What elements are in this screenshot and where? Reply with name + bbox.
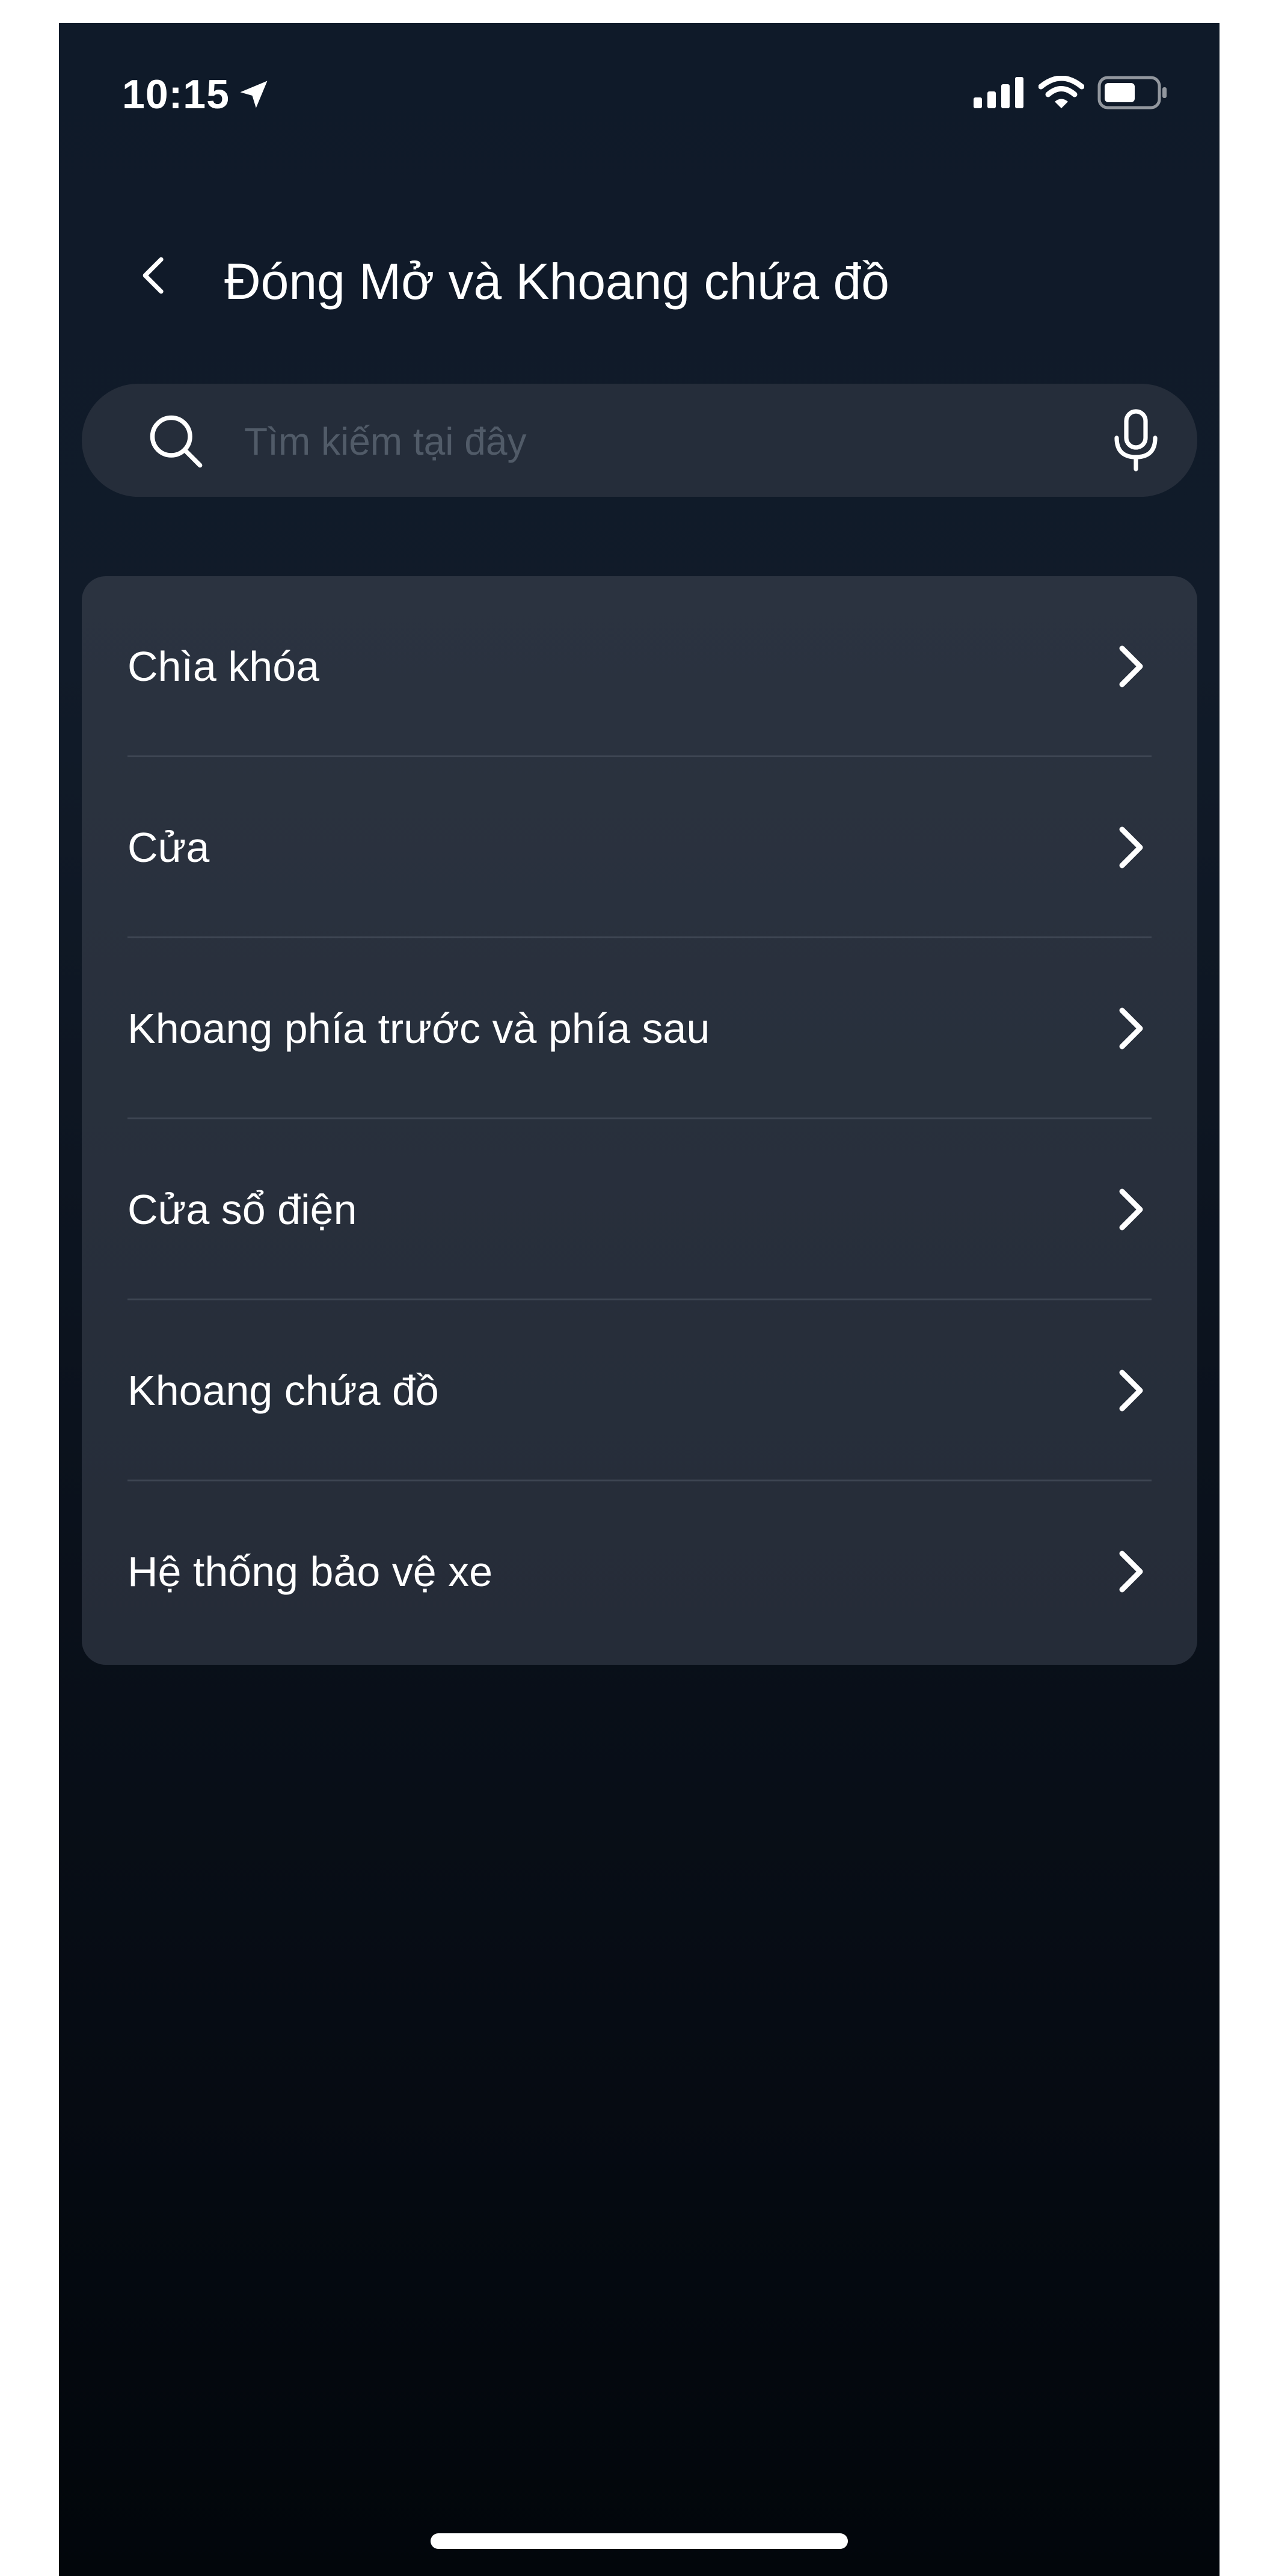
search-input[interactable] <box>243 414 1057 469</box>
wifi-icon <box>1039 76 1084 108</box>
menu-item-khoang-chua-do[interactable]: Khoang chứa đồ <box>82 1300 1197 1481</box>
nav-header: Đóng Mở và Khoang chứa đồ <box>59 227 1220 324</box>
menu-item-label: Cửa sổ điện <box>127 1186 357 1233</box>
search-icon <box>150 415 203 468</box>
cellular-signal-icon <box>974 77 1023 108</box>
menu-item-label: Khoang chứa đồ <box>127 1367 439 1414</box>
battery-icon <box>1097 76 1167 109</box>
status-time-group: 10:15 <box>122 71 272 118</box>
home-indicator[interactable] <box>431 2533 848 2549</box>
menu-item-cua-so-dien[interactable]: Cửa sổ điện <box>82 1119 1197 1300</box>
chevron-right-icon <box>1119 1369 1143 1412</box>
location-arrow-icon <box>240 81 268 108</box>
menu-item-label: Chìa khóa <box>127 643 320 690</box>
menu-item-he-thong-bao-ve-xe[interactable]: Hệ thống bảo vệ xe <box>82 1481 1197 1662</box>
status-time: 10:15 <box>122 72 230 117</box>
microphone-icon[interactable] <box>1106 407 1166 474</box>
menu-item-khoang-phia-truoc-va-phia-sau[interactable]: Khoang phía trước và phía sau <box>82 938 1197 1119</box>
search-bar[interactable] <box>82 384 1197 497</box>
menu-list: Chìa khóa Cửa Khoang phía trước và phía … <box>82 576 1197 1665</box>
app-screen: 10:15 Đóng Mở và Khoang chứa đồ Tìm kiếm… <box>59 23 1220 2576</box>
chevron-right-icon <box>1119 826 1143 868</box>
menu-item-cua[interactable]: Cửa <box>82 757 1197 938</box>
menu-item-label: Hệ thống bảo vệ xe <box>127 1548 493 1595</box>
status-bar: 10:15 <box>59 23 1220 167</box>
chevron-left-icon[interactable] <box>131 251 179 300</box>
status-indicators <box>974 76 1168 109</box>
page-title: Đóng Mở và Khoang chứa đồ <box>224 253 889 310</box>
chevron-right-icon <box>1119 645 1143 687</box>
menu-item-label: Cửa <box>127 824 210 871</box>
chevron-right-icon <box>1119 1551 1143 1593</box>
menu-item-chia-khoa[interactable]: Chìa khóa <box>82 576 1197 757</box>
chevron-right-icon <box>1119 1007 1143 1050</box>
chevron-right-icon <box>1119 1188 1143 1231</box>
menu-item-label: Khoang phía trước và phía sau <box>127 1005 710 1052</box>
